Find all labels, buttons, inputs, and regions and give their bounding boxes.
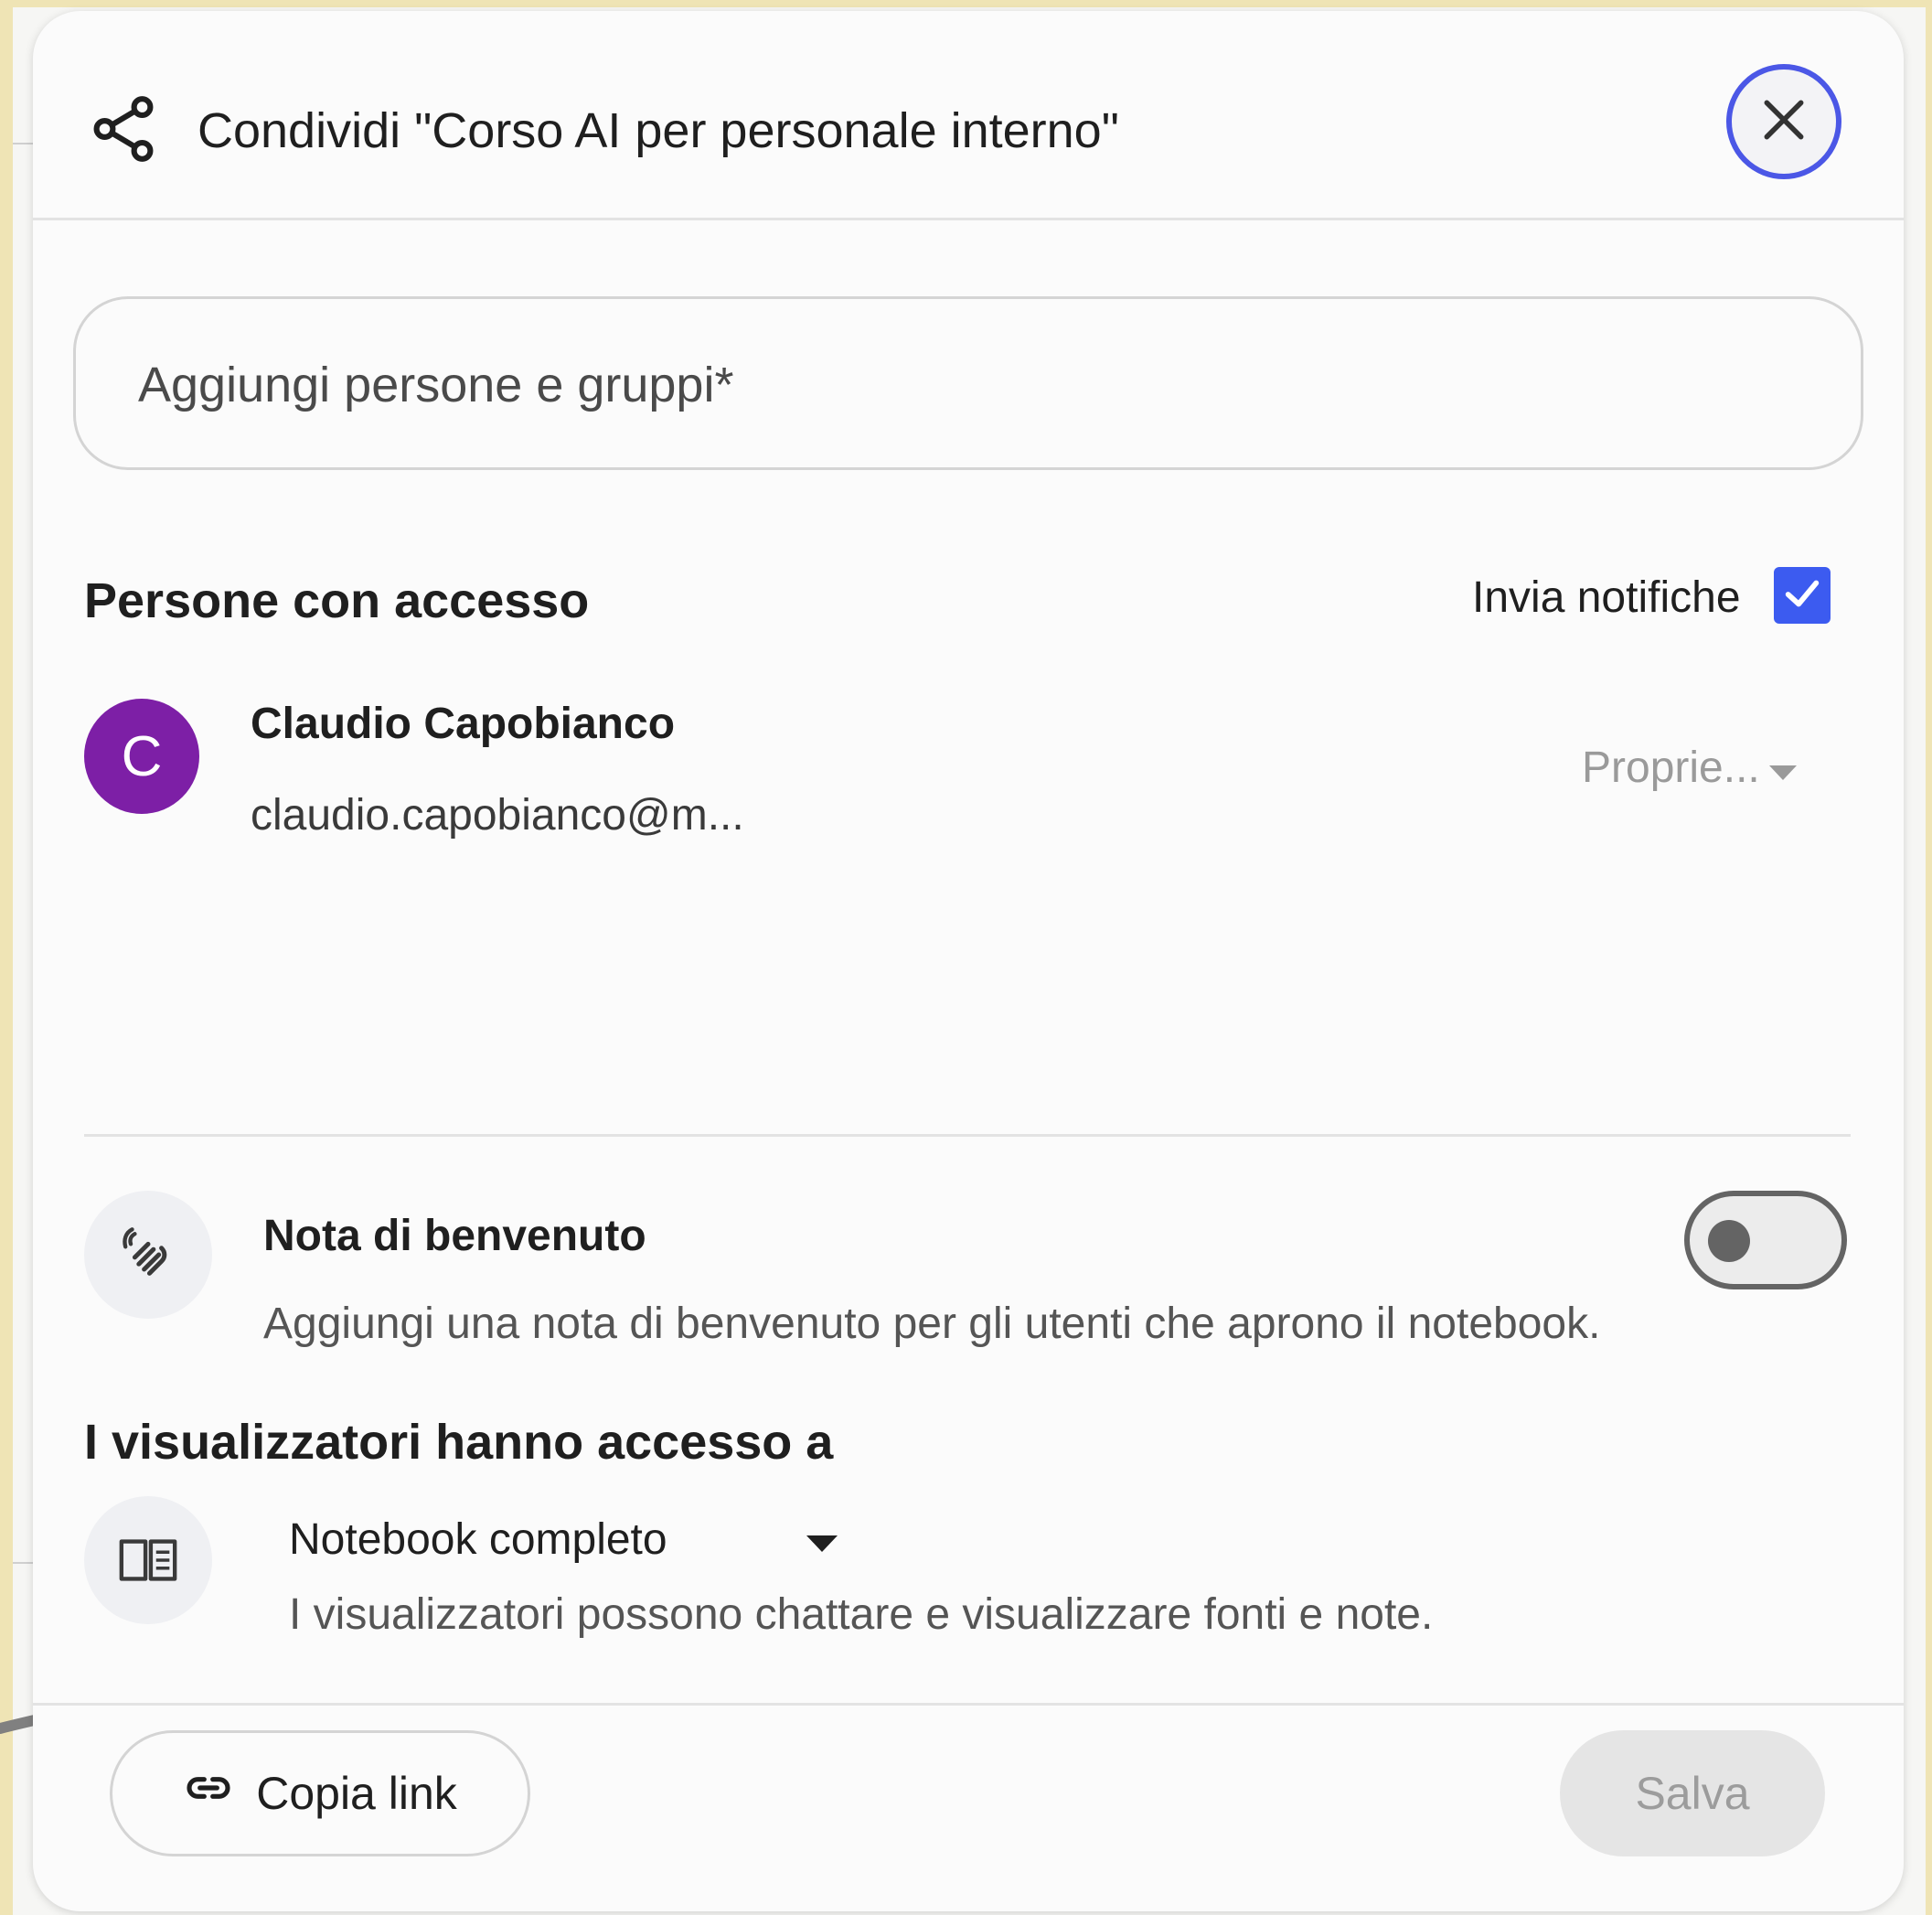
viewers-access-dropdown[interactable]: Notebook completo <box>289 1514 839 1565</box>
toggle-knob <box>1708 1220 1750 1262</box>
dropdown-arrow-icon <box>805 1514 839 1565</box>
add-people-field[interactable] <box>73 296 1863 470</box>
share-dialog: Condividi "Corso AI per personale intern… <box>33 11 1904 1911</box>
close-icon <box>1758 94 1809 150</box>
book-icon <box>84 1496 212 1624</box>
notify-label: Invia notifiche <box>1472 573 1741 622</box>
copy-link-button[interactable]: Copia link <box>110 1730 530 1856</box>
welcome-note-title: Nota di benvenuto <box>263 1212 646 1260</box>
welcome-note-toggle[interactable] <box>1684 1191 1847 1289</box>
waving-hand-icon <box>84 1191 212 1319</box>
copy-link-label: Copia link <box>256 1768 457 1819</box>
add-people-input[interactable] <box>136 352 1786 418</box>
role-label: Proprie... <box>1582 744 1760 792</box>
section-divider <box>84 1134 1851 1137</box>
dropdown-arrow-icon <box>1767 743 1799 793</box>
dialog-title: Condividi "Corso AI per personale intern… <box>197 103 1119 158</box>
viewers-access-heading: I visualizzatori hanno accesso a <box>84 1415 834 1470</box>
footer-divider <box>33 1703 1904 1706</box>
viewers-access-description: I visualizzatori possono chattare e visu… <box>289 1590 1434 1639</box>
avatar: C <box>84 699 199 814</box>
notify-checkbox[interactable] <box>1774 567 1831 624</box>
dialog-header: Condividi "Corso AI per personale intern… <box>33 11 1904 220</box>
viewers-access-selected: Notebook completo <box>289 1515 667 1564</box>
link-icon <box>183 1762 234 1824</box>
people-with-access-heading: Persone con accesso <box>84 573 590 628</box>
checkmark-icon <box>1781 572 1823 619</box>
close-button[interactable] <box>1726 64 1841 179</box>
role-dropdown[interactable]: Proprie... <box>1582 743 1799 793</box>
user-name: Claudio Capobianco <box>251 700 676 748</box>
user-email: claudio.capobianco@m... <box>251 791 744 840</box>
save-button[interactable]: Salva <box>1560 1730 1825 1856</box>
welcome-note-description: Aggiungi una nota di benvenuto per gli u… <box>263 1300 1601 1348</box>
share-icon <box>86 91 161 166</box>
